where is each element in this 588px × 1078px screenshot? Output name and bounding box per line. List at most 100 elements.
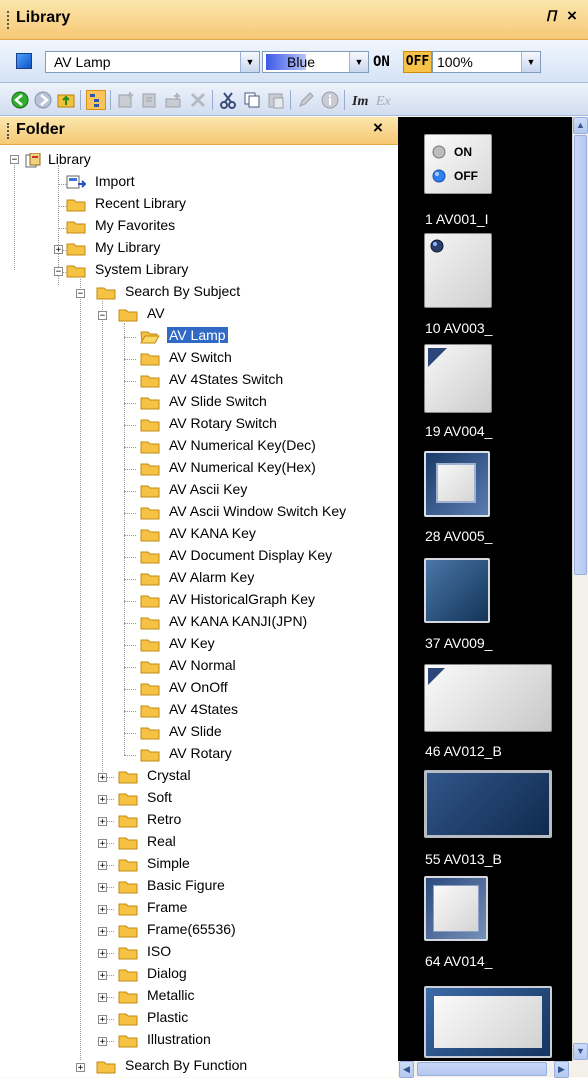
pencil-icon[interactable]: [296, 90, 316, 110]
zoom-combo[interactable]: 100% ▼: [432, 51, 541, 73]
preview-item-7[interactable]: [424, 770, 552, 838]
expand-toggle[interactable]: +: [98, 927, 107, 937]
cut-icon[interactable]: [218, 90, 238, 110]
folder-icon: [118, 771, 138, 784]
preview-caption: 19 AV004_: [425, 423, 493, 439]
expand-toggle[interactable]: +: [76, 1063, 85, 1073]
item-combo[interactable]: AV Lamp ▼: [45, 51, 260, 73]
preview-item-2[interactable]: [424, 233, 492, 308]
preview-panel[interactable]: ON OFF 1 AV001_I 10 AV003_ 19 AV004_ 28 …: [398, 117, 572, 1061]
folder-icon: [96, 1061, 116, 1074]
delete-icon[interactable]: [188, 90, 208, 110]
collapse-toggle[interactable]: −: [54, 267, 63, 277]
item-color-icon: [16, 53, 32, 69]
drag-grip[interactable]: [7, 11, 11, 29]
expand-toggle[interactable]: +: [98, 861, 107, 871]
scroll-right-icon[interactable]: ▶: [554, 1061, 569, 1078]
library-titlebar: Library 𝛱 ×: [0, 0, 588, 40]
folder-icon: [118, 837, 138, 850]
preview-item-1[interactable]: ON OFF: [424, 134, 492, 194]
close-icon[interactable]: ×: [373, 118, 383, 138]
tree-label: AV Key: [169, 635, 215, 651]
scroll-up-icon[interactable]: ▲: [573, 117, 588, 134]
preview-item-9[interactable]: [424, 986, 552, 1058]
expand-toggle[interactable]: +: [98, 971, 107, 981]
expand-toggle[interactable]: +: [98, 883, 107, 893]
tree-label: AV Document Display Key: [169, 547, 333, 563]
preview-item-6[interactable]: [424, 664, 552, 732]
folder-icon: [96, 287, 116, 300]
folder-icon: [140, 573, 160, 586]
scroll-down-icon[interactable]: ▼: [573, 1043, 588, 1060]
chevron-down-icon[interactable]: ▼: [521, 52, 540, 72]
close-icon[interactable]: ×: [567, 6, 577, 26]
folder-icon: [140, 507, 160, 520]
folder-tree[interactable]: − Library Import Recent Library My Favor…: [0, 145, 398, 1077]
folder-icon: [118, 881, 138, 894]
tree-label: AV Switch: [169, 349, 232, 365]
collapse-toggle[interactable]: −: [10, 155, 19, 165]
scroll-left-icon[interactable]: ◀: [399, 1061, 414, 1078]
folder-icon: [118, 793, 138, 806]
folder-icon: [140, 749, 160, 762]
tree-label: Illustration: [147, 1031, 211, 1047]
scroll-thumb[interactable]: [417, 1062, 547, 1076]
forward-icon[interactable]: [33, 90, 53, 110]
folder-icon: [140, 353, 160, 366]
library-title: Library: [16, 9, 71, 26]
expand-toggle[interactable]: +: [98, 773, 107, 783]
chevron-down-icon[interactable]: ▼: [349, 52, 368, 72]
import-icon[interactable]: Im: [350, 90, 370, 110]
scroll-thumb[interactable]: [574, 135, 587, 575]
collapse-toggle[interactable]: −: [98, 311, 107, 321]
expand-toggle[interactable]: +: [98, 1037, 107, 1047]
color-combo-value: Blue: [287, 54, 316, 70]
tree-label: System Library: [95, 261, 189, 277]
expand-toggle[interactable]: +: [98, 993, 107, 1003]
folder-icon: [140, 375, 160, 388]
preview-item-5[interactable]: [424, 558, 490, 623]
expand-toggle[interactable]: +: [98, 795, 107, 805]
tree-label: Retro: [147, 811, 182, 827]
folder-icon: [140, 595, 160, 608]
preview-item-3[interactable]: [424, 344, 492, 413]
tree-label: Recent Library: [95, 195, 187, 211]
expand-toggle[interactable]: +: [98, 839, 107, 849]
folder-icon: [140, 683, 160, 696]
folder-up-icon[interactable]: [56, 90, 76, 110]
tree-label: My Favorites: [95, 217, 176, 233]
expand-toggle[interactable]: +: [98, 905, 107, 915]
expand-toggle[interactable]: +: [98, 1015, 107, 1025]
preview-item-4[interactable]: [424, 451, 490, 517]
pin-icon[interactable]: 𝛱: [547, 8, 557, 25]
tree-label: AV Rotary: [169, 745, 232, 761]
folder-icon: [140, 419, 160, 432]
off-state-button[interactable]: OFF: [403, 51, 432, 73]
expand-toggle[interactable]: +: [98, 817, 107, 827]
drag-grip[interactable]: [7, 123, 11, 139]
back-icon[interactable]: [10, 90, 30, 110]
expand-toggle[interactable]: +: [98, 949, 107, 959]
tree-label: AV Numerical Key(Dec): [169, 437, 316, 453]
on-state-button[interactable]: ON: [373, 54, 390, 70]
folder-icon: [118, 947, 138, 960]
horizontal-scrollbar[interactable]: ◀ ▶: [398, 1061, 588, 1078]
color-combo[interactable]: Blue ▼: [262, 51, 369, 73]
tree-view-icon[interactable]: [86, 90, 106, 110]
tree-label: Soft: [147, 789, 172, 805]
copy-icon[interactable]: [242, 90, 262, 110]
collapse-toggle[interactable]: −: [76, 289, 85, 299]
folder-icon: [118, 309, 138, 322]
paste-icon[interactable]: [266, 90, 286, 110]
info-icon[interactable]: [320, 90, 340, 110]
register-icon[interactable]: [164, 90, 184, 110]
expand-toggle[interactable]: +: [54, 245, 63, 255]
export-icon[interactable]: Ex: [374, 90, 394, 110]
tree-label: AV Slide Switch: [169, 393, 267, 409]
preview-caption: 64 AV014_: [425, 953, 493, 969]
preview-item-8[interactable]: [424, 876, 488, 941]
chevron-down-icon[interactable]: ▼: [240, 52, 259, 72]
vertical-scrollbar[interactable]: ▲ ▼: [572, 117, 588, 1061]
new-item-icon[interactable]: [116, 90, 136, 110]
edit-item-icon[interactable]: [140, 90, 160, 110]
